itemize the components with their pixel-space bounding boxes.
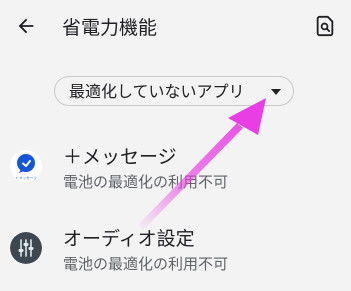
back-button[interactable] [8,10,44,46]
list-item-plus-message[interactable]: + メッセージ ＋メッセージ 電池の最適化の利用不可 [0,140,351,202]
app-status: 電池の最適化の利用不可 [63,173,229,191]
page-title: 省電力機能 [62,17,158,39]
app-name: オーディオ設定 [63,228,195,250]
audio-settings-app-icon [10,232,42,264]
search-button[interactable] [307,10,343,46]
filter-selected-label: 最適化していないアプリ [69,82,245,101]
app-bar: 省電力機能 [0,0,351,56]
app-icon-caption: + メッセージ [15,175,37,180]
list-item-audio-settings[interactable]: オーディオ設定 電池の最適化の利用不可 [0,222,351,284]
plus-message-app-icon: + メッセージ [10,150,42,182]
search-icon [314,15,336,41]
app-name: ＋メッセージ [63,146,177,168]
app-filter-dropdown[interactable]: 最適化していないアプリ [54,76,294,106]
dropdown-caret-icon [271,89,281,95]
app-status: 電池の最適化の利用不可 [63,255,229,273]
arrow-back-icon [15,15,37,41]
